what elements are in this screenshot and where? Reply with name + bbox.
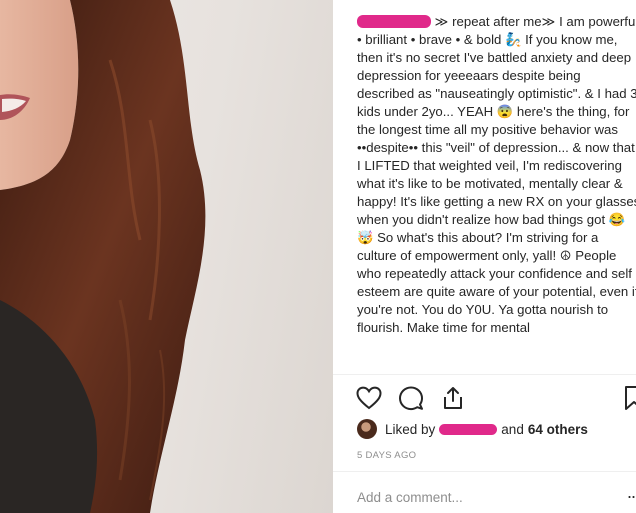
caption-arrows-open: ≫: [434, 14, 449, 29]
caption-text-1: repeat after me: [452, 14, 542, 29]
redacted-username[interactable]: [357, 15, 431, 28]
comment-button[interactable]: [397, 384, 425, 412]
heart-icon: [356, 386, 382, 410]
post-caption: ≫ repeat after me≫ I am powerful • brill…: [357, 13, 636, 373]
divider: [333, 374, 636, 375]
liker-avatar[interactable]: [357, 419, 377, 439]
action-bar: [355, 383, 467, 413]
share-icon: [444, 387, 462, 409]
likes-joiner: and: [501, 421, 524, 437]
more-options-button[interactable]: ...: [627, 482, 636, 503]
caption-text-4: here's the thing, for the longest time a…: [357, 104, 636, 227]
post-details-panel: ≫ repeat after me≫ I am powerful • brill…: [333, 0, 636, 513]
caption-emoji-genie: 🧞: [505, 32, 522, 47]
comment-icon: [399, 386, 423, 411]
likes-summary: Liked by and 64 others: [357, 418, 592, 440]
caption-arrows-close: ≫: [541, 14, 556, 29]
caption-emoji-face: 😨: [496, 104, 514, 119]
comment-input[interactable]: [357, 486, 617, 508]
photo-illustration: [0, 0, 206, 513]
divider: [333, 471, 636, 472]
caption-emoji-peace: ☮: [559, 248, 572, 263]
bookmark-icon: [625, 386, 636, 410]
like-button[interactable]: [355, 384, 383, 412]
save-button[interactable]: [623, 384, 636, 412]
likes-others-link[interactable]: 64 others: [528, 422, 588, 437]
likes-prefix: Liked by: [385, 421, 436, 437]
redacted-liker-name[interactable]: [439, 423, 498, 435]
post-photo: [0, 0, 333, 513]
post-timestamp[interactable]: 5 DAYS AGO: [357, 450, 416, 461]
share-button[interactable]: [439, 384, 467, 412]
